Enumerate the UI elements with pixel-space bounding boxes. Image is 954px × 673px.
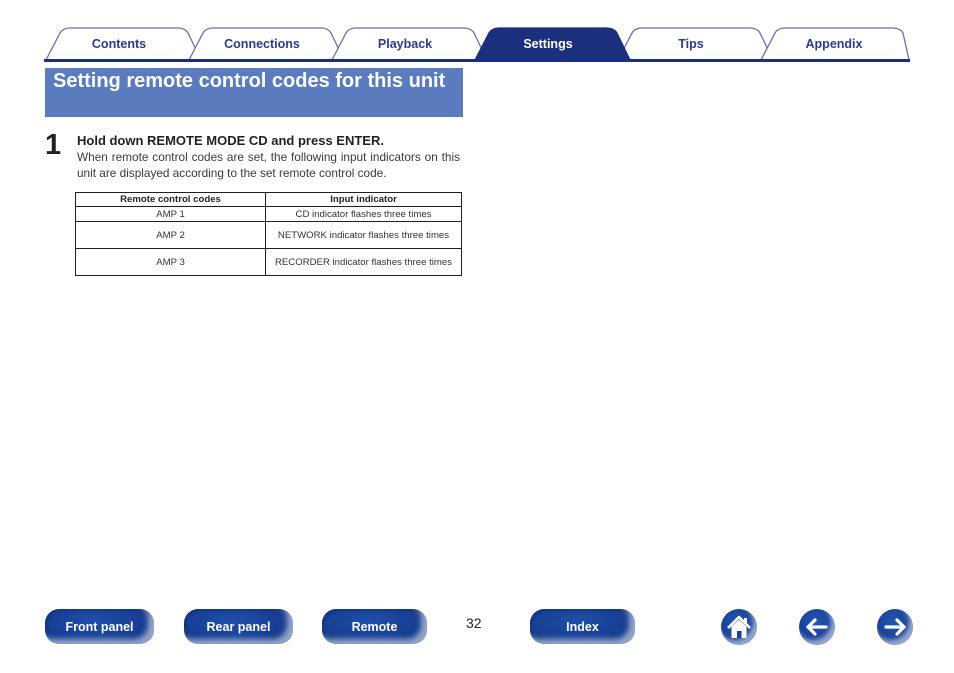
step-number: 1 [45, 129, 62, 161]
tab-tips[interactable]: Tips [636, 37, 746, 53]
rear-panel-button[interactable]: Rear panel [184, 609, 293, 644]
table-cell-code: AMP 2 [75, 221, 266, 249]
step-heading: Hold down REMOTE MODE CD and press ENTER… [77, 133, 384, 148]
tab-contents[interactable]: Contents [64, 37, 174, 53]
tab-settings[interactable]: Settings [493, 37, 603, 53]
table-cell-indicator: RECORDER indicator flashes three times [265, 248, 462, 276]
remote-button[interactable]: Remote [322, 609, 427, 644]
index-button[interactable]: Index [530, 609, 635, 644]
table-row: AMP 3 RECORDER indicator flashes three t… [75, 248, 462, 276]
table-cell-code: AMP 1 [75, 206, 266, 222]
table-cell-code: AMP 3 [75, 248, 266, 276]
column-header: Input indicator [265, 192, 462, 207]
back-arrow-icon [806, 618, 828, 636]
column-header: Remote control codes [75, 192, 266, 207]
remote-codes-table: Remote control codes Input indicator AMP… [75, 192, 462, 276]
home-button[interactable] [721, 609, 757, 645]
forward-button[interactable] [877, 609, 913, 645]
table-header-row: Remote control codes Input indicator [75, 192, 462, 207]
table-cell-indicator: NETWORK indicator flashes three times [265, 221, 462, 249]
step-description: When remote control codes are set, the f… [77, 150, 460, 180]
home-icon [727, 615, 751, 638]
table-row: AMP 2 NETWORK indicator flashes three ti… [75, 221, 462, 249]
section-title: Setting remote control codes for this un… [45, 68, 463, 117]
forward-arrow-icon [884, 618, 906, 636]
tab-playback[interactable]: Playback [350, 37, 460, 53]
tab-underline [44, 59, 910, 62]
table-row: AMP 1 CD indicator flashes three times [75, 206, 462, 222]
page-number: 32 [466, 615, 482, 631]
tab-connections[interactable]: Connections [207, 37, 317, 53]
back-button[interactable] [799, 609, 835, 645]
tab-appendix[interactable]: Appendix [779, 37, 889, 53]
tab-navigation: Contents Connections Playback Settings T… [44, 27, 910, 62]
table-cell-indicator: CD indicator flashes three times [265, 206, 462, 222]
front-panel-button[interactable]: Front panel [45, 609, 154, 644]
